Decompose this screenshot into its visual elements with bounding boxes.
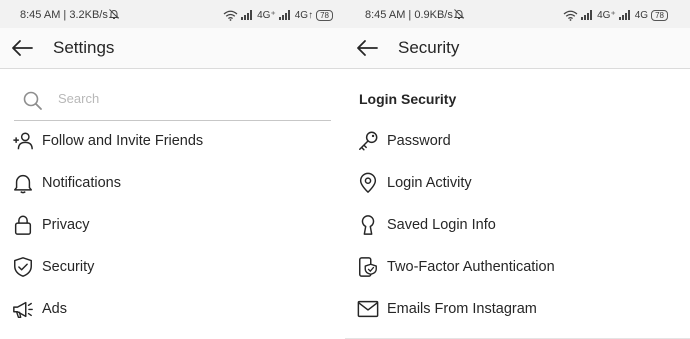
menu-item-label: Privacy [42,217,90,233]
status-icons: 4G⁺ 4G↑ 78 [223,8,333,22]
page-title: Security [398,38,460,57]
menu-item-label: Notifications [42,175,121,191]
menu-item-saved-login-info[interactable]: Saved Login Info [345,205,690,245]
wifi-icon [223,10,238,21]
signal-icon-2 [618,10,630,20]
signal-icon-2 [278,10,290,20]
network-type-1: 4G⁺ [257,9,276,21]
back-arrow-icon[interactable] [10,38,34,58]
muted-bell-icon [453,9,465,19]
menu-item-security[interactable]: Security [0,247,345,287]
status-time: 8:45 AM | 3.2KB/s [20,9,108,21]
menu-item-notifications[interactable]: Notifications [0,163,345,203]
wifi-icon [563,10,578,21]
add-person-icon [13,132,33,150]
search-icon [23,91,42,110]
shield-icon [14,257,32,277]
envelope-icon [357,300,379,318]
location-pin-icon [359,172,377,193]
search-bar[interactable] [14,85,331,121]
menu-item-label: Saved Login Info [387,217,496,233]
battery-indicator: 78 [651,9,668,21]
menu-item-label: Two-Factor Authentication [387,259,555,275]
muted-bell-icon [108,9,120,19]
menu-item-two-factor[interactable]: Two-Factor Authentication [345,247,690,287]
phone-shield-icon [359,257,377,277]
app-header: Security [345,28,690,69]
network-type-1: 4G⁺ [597,9,616,21]
menu-item-label: Login Activity [387,175,472,191]
lock-icon [14,215,32,235]
menu-item-label: Follow and Invite Friends [42,133,204,149]
key-icon [359,131,378,151]
menu-item-password[interactable]: Password [345,121,690,161]
megaphone-icon [13,301,33,318]
signal-icon [581,10,593,20]
network-type-2: 4G [634,9,649,21]
page-title: Settings [53,38,115,57]
status-icons: 4G⁺ 4G 78 [563,8,668,22]
app-header: Settings [0,28,345,69]
menu-item-follow-invite[interactable]: Follow and Invite Friends [0,121,345,161]
menu-item-login-activity[interactable]: Login Activity [345,163,690,203]
signal-icon [241,10,253,20]
keyhole-icon [361,215,375,235]
status-time: 8:45 AM | 0.9KB/s [365,9,453,21]
section-heading-login-security: Login Security [359,91,457,107]
menu-item-label: Emails From Instagram [387,301,537,317]
network-type-2: 4G↑ [294,9,314,21]
back-arrow-icon[interactable] [355,38,379,58]
status-bar: 8:45 AM | 0.9KB/s 4G⁺ 4G 78 [345,0,690,28]
status-bar: 8:45 AM | 3.2KB/s 4G⁺ 4G↑ 78 [0,0,345,28]
bell-icon [14,174,32,194]
search-input[interactable] [58,91,288,106]
settings-screen: 8:45 AM | 3.2KB/s 4G⁺ 4G↑ 78 Settings Se… [0,0,345,339]
battery-indicator: 78 [316,9,333,21]
menu-item-label: Password [387,133,451,149]
menu-item-label: Security [42,259,95,275]
security-screen: 8:45 AM | 0.9KB/s 4G⁺ 4G 78 Security Log… [345,0,690,339]
menu-item-emails[interactable]: Emails From Instagram [345,289,690,329]
menu-item-privacy[interactable]: Privacy [0,205,345,245]
menu-item-ads[interactable]: Ads [0,289,345,329]
menu-item-label: Ads [42,301,67,317]
